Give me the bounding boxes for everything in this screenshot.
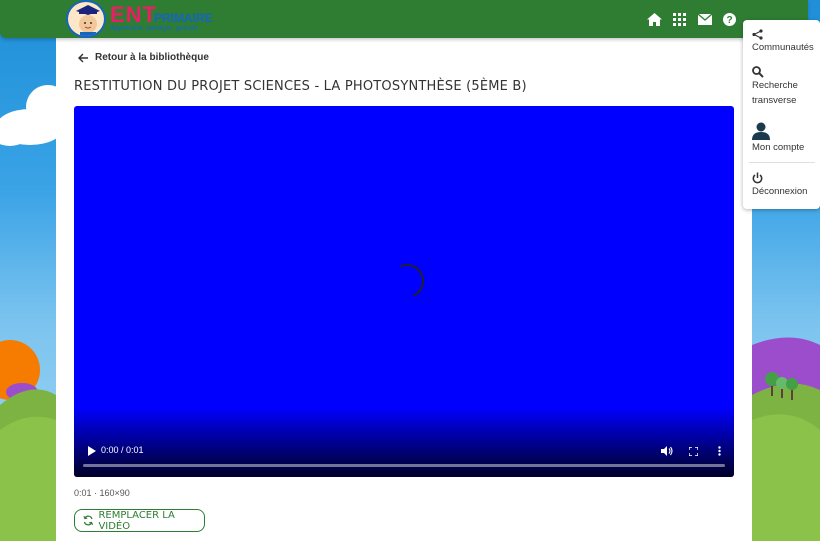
more-options-button[interactable] [710, 442, 728, 460]
volume-button[interactable] [658, 442, 676, 460]
help-icon[interactable]: ? [721, 11, 738, 28]
more-vertical-icon [717, 446, 721, 456]
arrow-left-icon [78, 53, 88, 62]
fullscreen-button[interactable] [684, 442, 702, 460]
user-icon [752, 122, 770, 140]
top-navbar: ENT PRIMAIRE Apprendre, partager, grandi… [0, 0, 808, 38]
side-item-mon-compte[interactable]: Mon compte [752, 122, 804, 155]
side-item-communautes[interactable]: Communautés [752, 29, 814, 55]
mail-icon[interactable] [696, 11, 713, 28]
play-button[interactable] [82, 442, 100, 460]
home-icon[interactable] [646, 11, 663, 28]
fullscreen-icon [688, 446, 698, 456]
logo-text: ENT PRIMAIRE Apprendre, partager, grandi… [110, 0, 230, 38]
video-time: 0:00 / 0:01 [101, 445, 144, 455]
apps-grid-icon[interactable] [671, 11, 688, 28]
side-item-deconnexion[interactable]: Déconnexion [752, 172, 807, 199]
search-icon [752, 66, 764, 78]
side-item-label: Mon compte [752, 142, 805, 153]
refresh-icon [83, 515, 94, 526]
back-link-label: Retour à la bibliothèque [95, 52, 209, 63]
replace-video-label: Remplacer la vidéo [98, 509, 175, 532]
video-meta: 0:01 · 160×90 [74, 488, 130, 498]
side-item-label: Communautés [752, 42, 814, 53]
play-icon [87, 446, 96, 456]
video-controls: 0:00 / 0:01 [74, 439, 734, 463]
side-item-label: Recherche transverse [752, 80, 798, 106]
svg-text:?: ? [726, 15, 732, 26]
back-to-library-link[interactable]: Retour à la bibliothèque [78, 52, 209, 63]
loading-spinner-icon [385, 259, 429, 303]
volume-icon [661, 446, 673, 456]
trees-right [765, 372, 798, 400]
logo-avatar-icon [66, 0, 106, 38]
app-logo[interactable]: ENT PRIMAIRE Apprendre, partager, grandi… [66, 0, 230, 38]
replace-video-button[interactable]: Remplacer la vidéo [74, 509, 205, 532]
share-icon [752, 29, 763, 40]
side-menu: Communautés Recherche transverse Mon com… [743, 20, 820, 209]
main-content: Retour à la bibliothèque Restitution du … [56, 38, 752, 541]
power-icon [752, 172, 763, 184]
side-item-recherche[interactable]: Recherche transverse [752, 66, 816, 108]
logo-tagline: Apprendre, partager, grandir [110, 25, 198, 32]
video-player[interactable]: 0:00 / 0:01 [74, 106, 734, 477]
video-progress-bar[interactable] [83, 464, 725, 467]
topbar-icons: ? [646, 11, 738, 28]
side-item-label: Déconnexion [752, 186, 808, 197]
logo-primaire: PRIMAIRE [154, 11, 213, 25]
side-menu-divider [749, 162, 815, 163]
page-title: Restitution du projet Sciences - La phot… [74, 79, 527, 94]
